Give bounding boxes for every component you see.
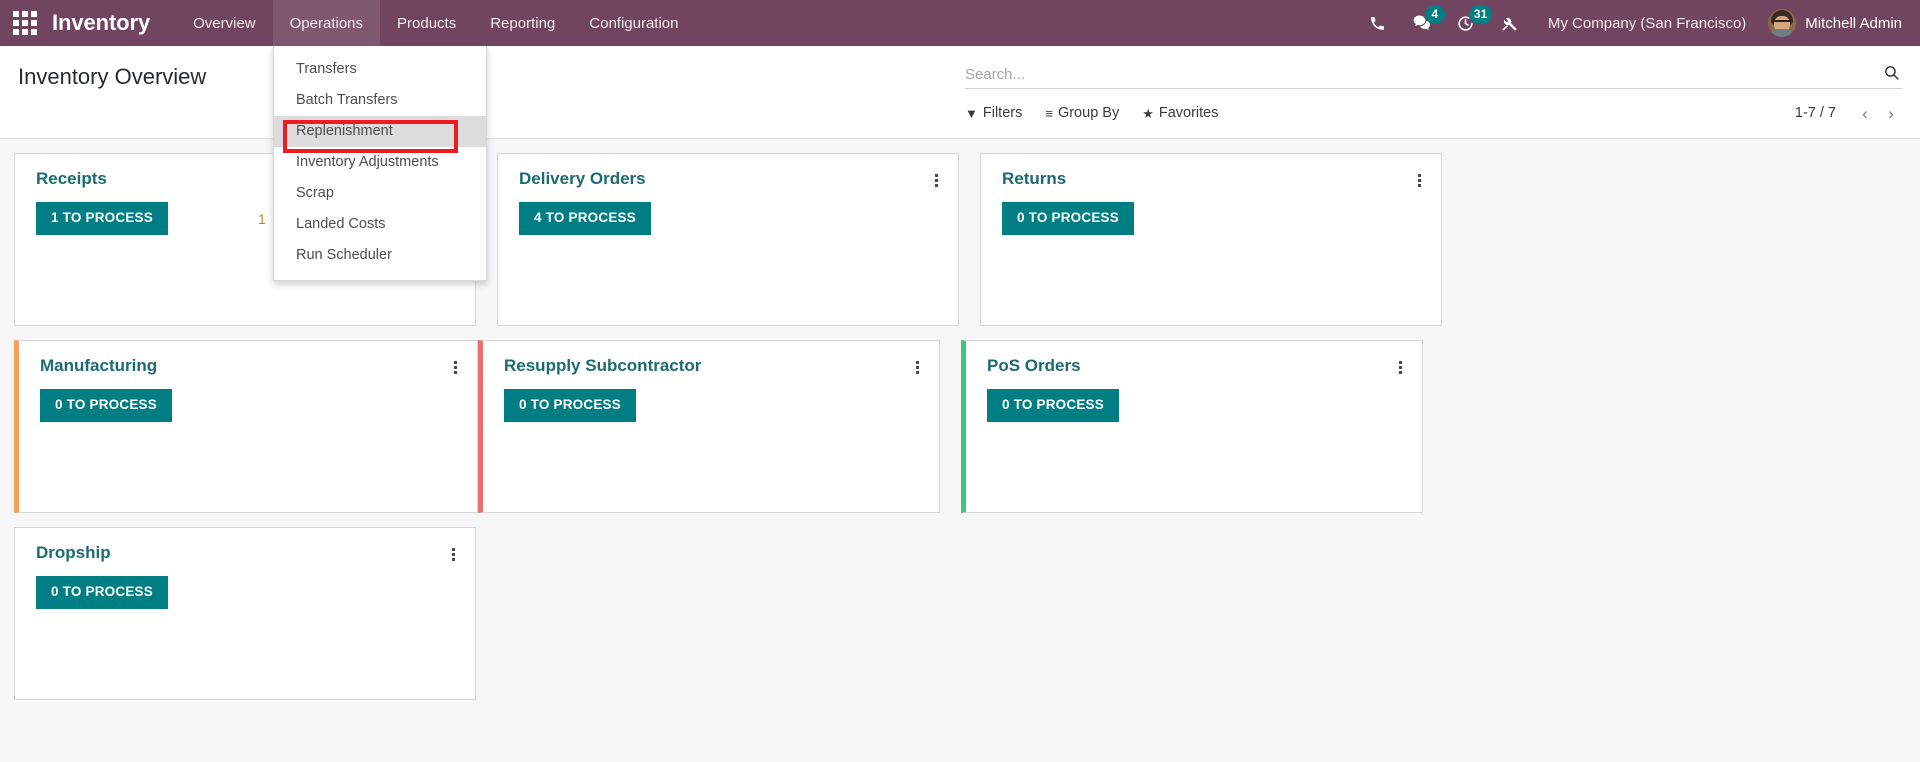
to-process-button[interactable]: 1 TO PROCESS [36,202,168,235]
company-switcher[interactable]: My Company (San Francisco) [1532,15,1762,32]
magnifier-icon [1884,65,1899,80]
dropdown-item-inventory-adjustments[interactable]: Inventory Adjustments [274,147,486,178]
kanban-card-manufacturing[interactable]: Manufacturing 0 TO PROCESS [14,340,478,513]
group-by-button[interactable]: ≡ Group By [1045,105,1119,121]
group-lines-icon: ≡ [1045,105,1053,121]
kanban-card-returns[interactable]: Returns 0 TO PROCESS [980,153,1442,326]
to-process-button[interactable]: 0 TO PROCESS [987,389,1119,422]
card-menu-button[interactable] [1410,170,1428,190]
kanban-card-delivery-orders[interactable]: Delivery Orders 4 TO PROCESS [497,153,959,326]
group-by-label: Group By [1057,105,1120,121]
messages-badge: 4 [1424,5,1445,24]
card-menu-button[interactable] [1391,357,1409,377]
to-process-button[interactable]: 0 TO PROCESS [40,389,172,422]
filter-funnel-icon: ▼ [965,105,978,121]
dropdown-item-run-scheduler[interactable]: Run Scheduler [274,240,486,271]
user-menu[interactable]: Mitchell Admin [1762,9,1906,37]
searchbar [965,60,1902,89]
main-menu: Overview Operations Products Reporting C… [176,0,695,46]
dropdown-item-scrap[interactable]: Scrap [274,178,486,209]
avatar [1768,9,1797,37]
search-input[interactable] [965,66,1880,83]
apps-grid-icon [13,11,37,35]
pager-next-button[interactable]: › [1880,102,1902,124]
menu-operations[interactable]: Operations [272,0,381,46]
control-panel-right: ▼ Filters ≡ Group By ★ Favorites 1-7 / 7… [965,46,1920,138]
kanban-card-dropship[interactable]: Dropship 0 TO PROCESS [14,527,476,700]
dropdown-item-batch-transfers[interactable]: Batch Transfers [274,85,486,116]
card-title: Resupply Subcontractor [504,356,702,375]
pager-previous-button[interactable]: ‹ [1854,102,1876,124]
card-menu-button[interactable] [446,357,464,377]
operations-dropdown-menu: Transfers Batch Transfers Replenishment … [273,46,487,281]
activities-button[interactable]: 31 [1444,0,1493,46]
favorites-label: Favorites [1158,105,1219,121]
top-navbar: Inventory Overview Operations Products R… [0,0,1920,46]
pager: 1-7 / 7 ‹ › [1795,102,1902,124]
to-process-button[interactable]: 0 TO PROCESS [1002,202,1134,235]
card-menu-button[interactable] [927,170,945,190]
search-button[interactable] [1880,61,1902,83]
menu-reporting[interactable]: Reporting [473,0,572,46]
debug-tools-icon [1502,17,1517,31]
card-title: Manufacturing [40,356,158,375]
filters-label: Filters [982,105,1023,121]
to-process-button[interactable]: 0 TO PROCESS [36,576,168,609]
navbar-right-group: 4 31 My Company (San Francisco) Mitchell… [1356,0,1906,46]
user-name: Mitchell Admin [1805,14,1902,32]
to-process-button[interactable]: 0 TO PROCESS [504,389,636,422]
card-menu-button[interactable] [444,544,462,564]
menu-overview[interactable]: Overview [176,0,273,46]
kanban-card-pos-orders[interactable]: PoS Orders 0 TO PROCESS [961,340,1423,513]
card-title: Returns [1002,169,1067,188]
page-title: Inventory Overview [18,64,207,89]
app-brand-inventory[interactable]: Inventory [52,10,150,36]
dropdown-item-replenishment[interactable]: Replenishment [274,116,486,147]
phone-icon [1371,16,1385,30]
star-icon: ★ [1142,105,1154,121]
debug-tools-button[interactable] [1488,0,1532,46]
filters-button[interactable]: ▼ Filters [965,105,1022,121]
card-title: PoS Orders [987,356,1081,375]
menu-configuration[interactable]: Configuration [572,0,695,46]
kanban-card-resupply-subcontractor[interactable]: Resupply Subcontractor 0 TO PROCESS [478,340,940,513]
favorites-button[interactable]: ★ Favorites [1142,105,1218,121]
card-title: Delivery Orders [519,169,646,188]
to-process-button[interactable]: 4 TO PROCESS [519,202,651,235]
pager-count: 1-7 / 7 [1794,105,1836,121]
menu-products[interactable]: Products [380,0,473,46]
card-title: Dropship [36,543,111,562]
apps-menu-button[interactable] [8,6,42,40]
messages-button[interactable]: 4 [1400,0,1445,46]
dropdown-item-landed-costs[interactable]: Landed Costs [274,209,486,240]
facets-row: ▼ Filters ≡ Group By ★ Favorites 1-7 / 7… [965,101,1902,125]
card-menu-button[interactable] [908,357,926,377]
phone-button[interactable] [1356,0,1400,46]
late-count-link[interactable]: 1 [258,211,266,227]
dropdown-item-transfers[interactable]: Transfers [274,54,486,85]
